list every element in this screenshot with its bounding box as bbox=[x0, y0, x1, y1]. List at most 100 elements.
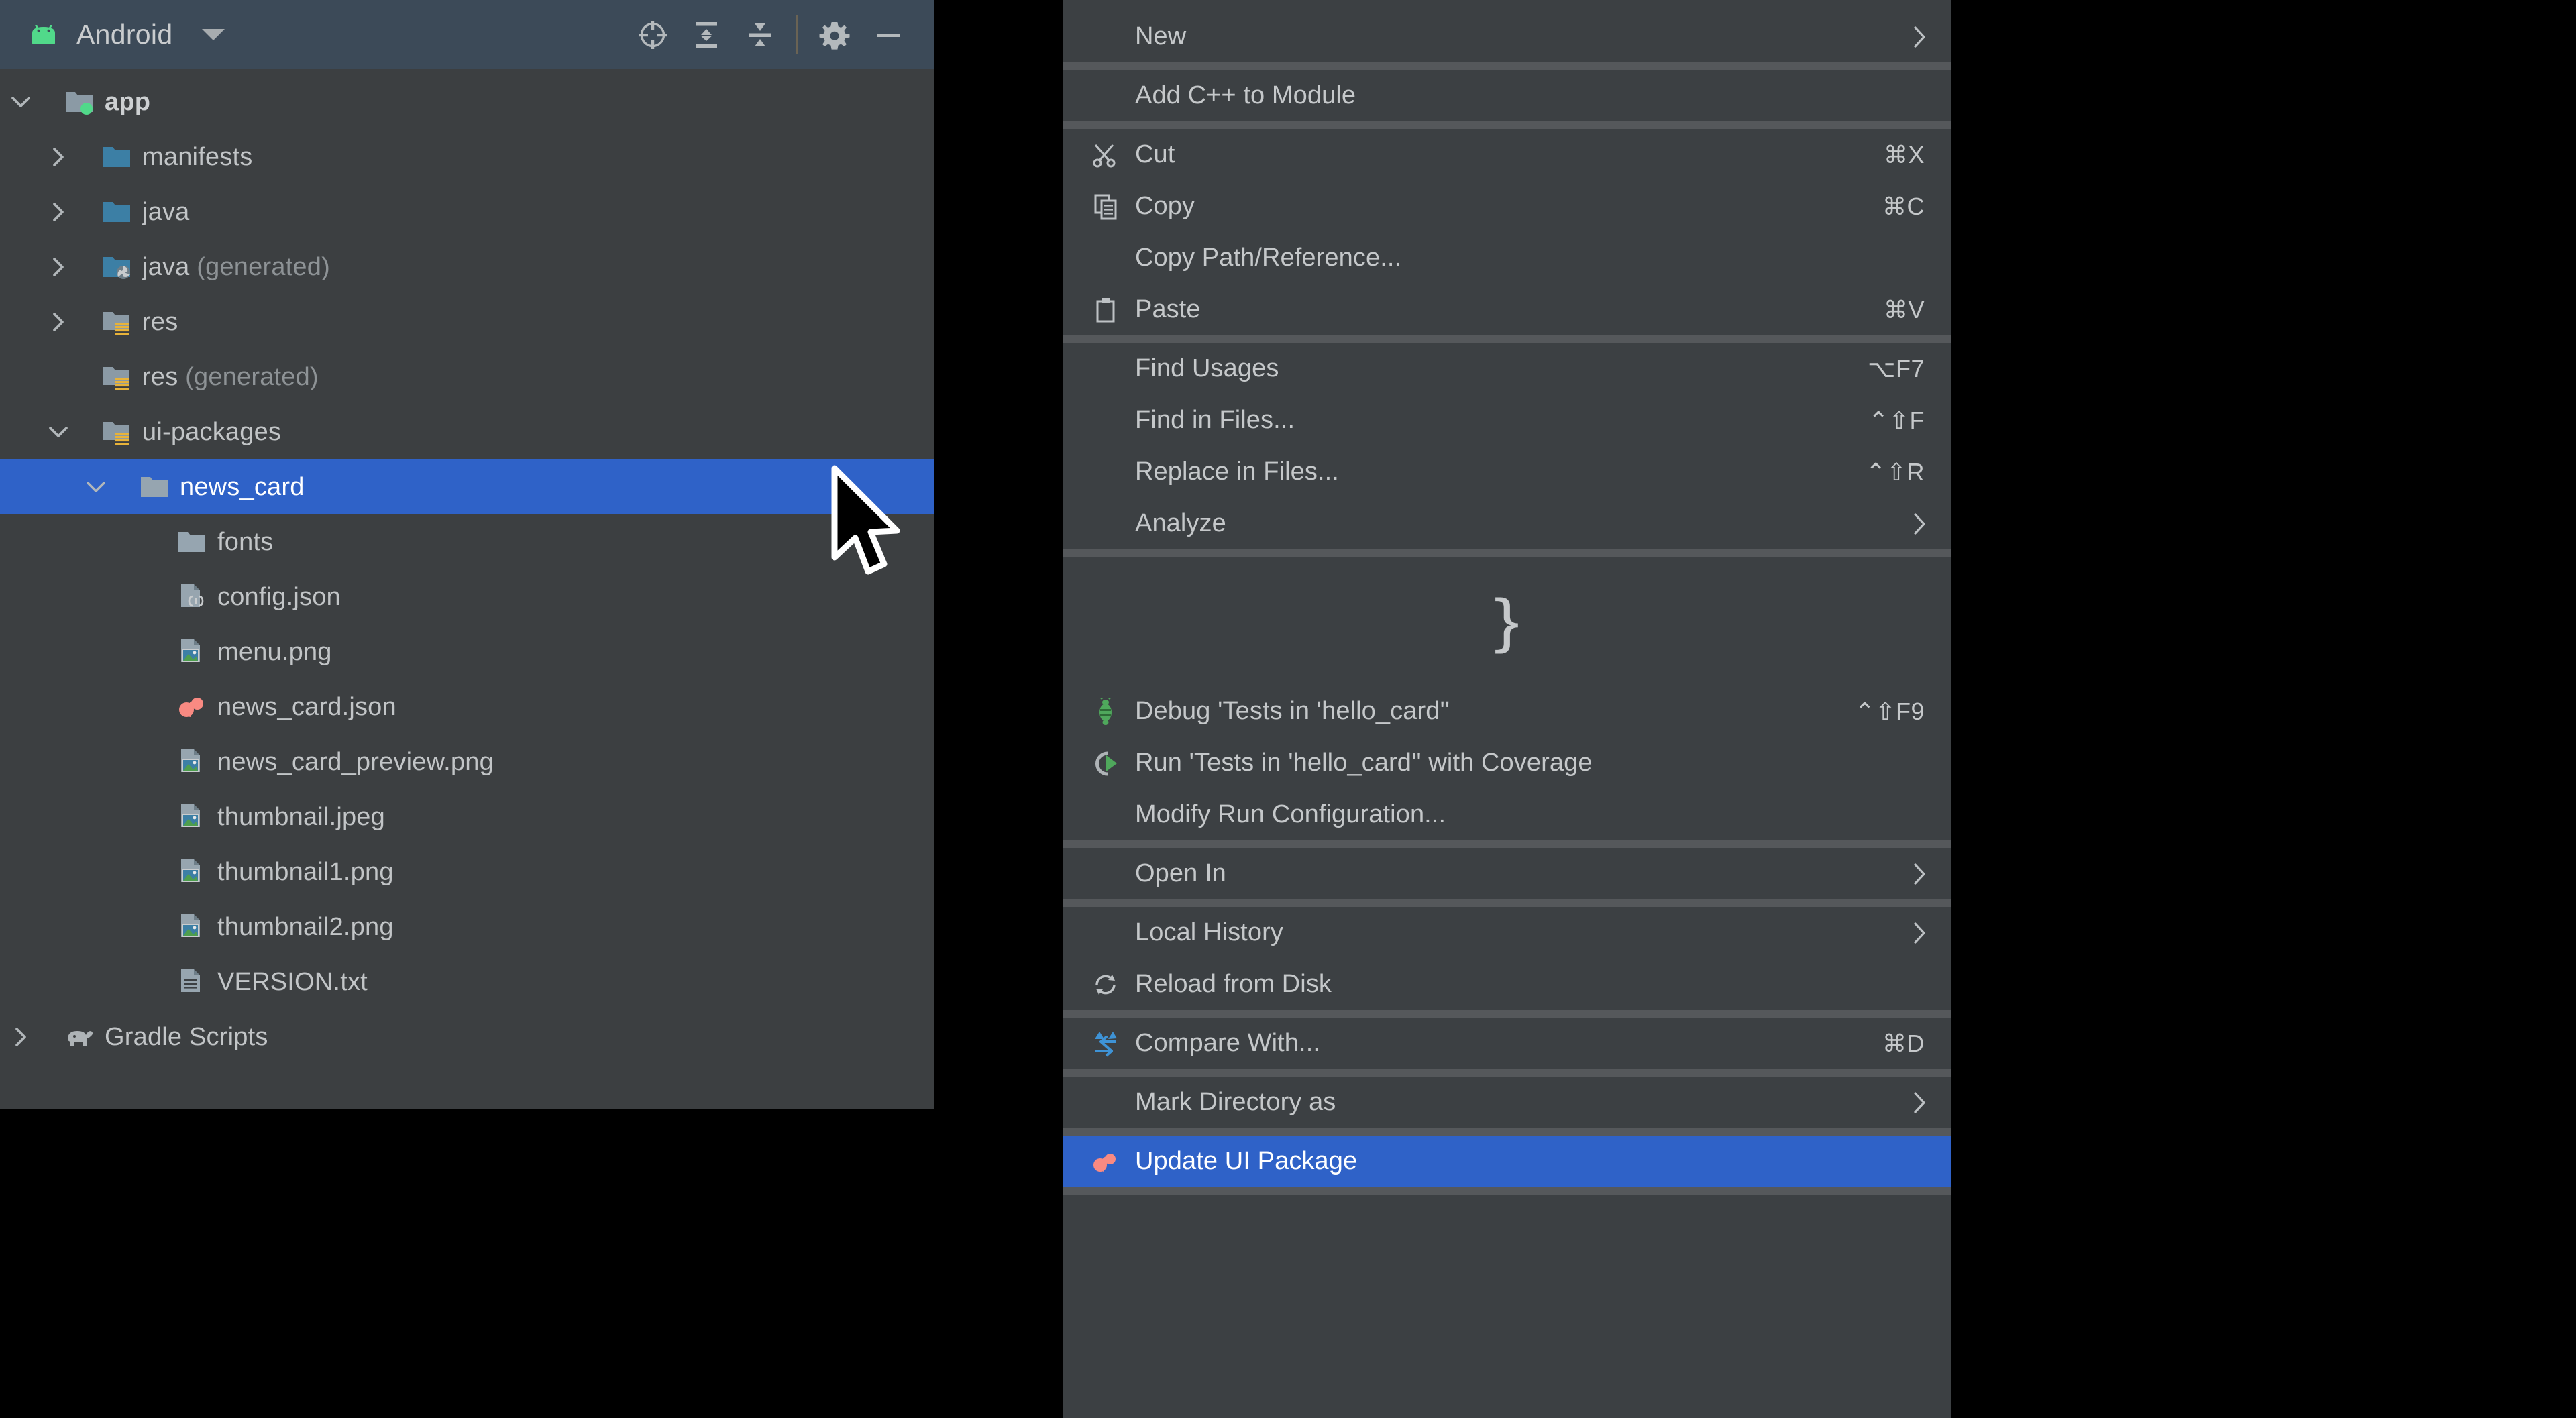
module-folder-icon bbox=[64, 88, 95, 116]
menu-item[interactable]: Find in Files... ⌃⇧F bbox=[1063, 394, 1951, 446]
menu-item-shortcut: ⌘D bbox=[1882, 1029, 1925, 1057]
tree-node-label: ui-packages bbox=[142, 417, 282, 446]
hide-panel-icon[interactable] bbox=[861, 8, 915, 62]
tree-row[interactable]: manifests bbox=[0, 129, 934, 184]
menu-item[interactable]: Modify Run Configuration... bbox=[1063, 789, 1951, 840]
tree-row[interactable]: config.json bbox=[0, 569, 934, 624]
tree-row[interactable]: thumbnail1.png bbox=[0, 844, 934, 899]
menu-item[interactable]: Compare With... ⌘D bbox=[1063, 1018, 1951, 1069]
android-bugdroid-icon bbox=[28, 24, 59, 45]
image-file-icon bbox=[177, 748, 208, 776]
tree-node-label: thumbnail1.png bbox=[217, 857, 394, 886]
tree-node-label: java (generated) bbox=[142, 252, 330, 281]
menu-item-shortcut: ⌥F7 bbox=[1868, 354, 1925, 382]
collapse-all-icon[interactable] bbox=[733, 8, 787, 62]
tree-row[interactable]: java bbox=[0, 184, 934, 239]
menu-item[interactable]: Cut ⌘X bbox=[1063, 129, 1951, 180]
menu-separator bbox=[1063, 840, 1951, 848]
menu-item[interactable]: Analyze bbox=[1063, 498, 1951, 549]
menu-item-highlighted[interactable]: Update UI Package bbox=[1063, 1136, 1951, 1187]
chevron-down-icon[interactable] bbox=[47, 421, 70, 443]
tree-node-label-suffix: (generated) bbox=[178, 362, 319, 391]
select-opened-file-icon[interactable] bbox=[626, 8, 680, 62]
menu-item[interactable]: Local History bbox=[1063, 907, 1951, 959]
menu-separator bbox=[1063, 549, 1951, 557]
menu-separator bbox=[1063, 335, 1951, 343]
project-selector[interactable]: Android bbox=[28, 19, 626, 50]
text-file-icon bbox=[177, 968, 208, 996]
image-file-icon bbox=[177, 858, 208, 886]
tree-row[interactable]: thumbnail.jpeg bbox=[0, 789, 934, 844]
menu-item[interactable]: Run 'Tests in 'hello_card'' with Coverag… bbox=[1063, 737, 1951, 789]
settings-gear-icon[interactable] bbox=[808, 8, 861, 62]
tree-node-label-suffix: (generated) bbox=[189, 252, 330, 281]
project-panel-header: Android bbox=[0, 0, 934, 69]
chevron-right-icon[interactable] bbox=[1913, 512, 1927, 536]
menu-item[interactable]: Paste ⌘V bbox=[1063, 284, 1951, 335]
tree-row[interactable]: VERSION.txt bbox=[0, 955, 934, 1010]
project-view-title: Android bbox=[76, 19, 173, 50]
chevron-right-icon[interactable] bbox=[47, 201, 70, 223]
tree-node-label: manifests bbox=[142, 142, 253, 171]
project-panel-toolbar bbox=[626, 8, 915, 62]
res-folder-icon bbox=[102, 363, 133, 391]
chevron-right-icon[interactable] bbox=[47, 256, 70, 278]
chevron-right-icon[interactable] bbox=[1913, 921, 1927, 945]
gradle-elephant-icon bbox=[64, 1023, 95, 1051]
menu-item[interactable]: Copy ⌘C bbox=[1063, 180, 1951, 232]
tree-row[interactable]: news_card.json bbox=[0, 679, 934, 734]
tree-row[interactable]: res bbox=[0, 294, 934, 349]
chevron-down-icon[interactable] bbox=[85, 476, 107, 498]
menu-item-shortcut: ⌃⇧F bbox=[1868, 406, 1925, 434]
tree-row[interactable]: fonts bbox=[0, 514, 934, 569]
refresh-icon bbox=[1091, 970, 1120, 999]
menu-item[interactable]: Find Usages ⌥F7 bbox=[1063, 343, 1951, 394]
expand-all-icon[interactable] bbox=[680, 8, 733, 62]
blue-folder-icon bbox=[102, 198, 133, 226]
chevron-right-icon[interactable] bbox=[1913, 1091, 1927, 1115]
chevron-down-icon[interactable] bbox=[202, 29, 225, 40]
menu-item-label: Copy Path/Reference... bbox=[1135, 243, 1402, 272]
debug-bug-icon bbox=[1091, 697, 1120, 726]
menu-separator bbox=[1063, 1187, 1951, 1195]
menu-item-label: Find in Files... bbox=[1135, 406, 1295, 434]
chevron-right-icon[interactable] bbox=[1913, 862, 1927, 886]
menu-item[interactable]: Add C++ to Module bbox=[1063, 70, 1951, 121]
menu-item-label: Paste bbox=[1135, 295, 1201, 323]
menu-item[interactable]: Copy Path/Reference... bbox=[1063, 232, 1951, 284]
scissors-icon bbox=[1091, 140, 1120, 170]
tree-row[interactable]: news_card_preview.png bbox=[0, 734, 934, 789]
run-coverage-icon bbox=[1091, 749, 1120, 778]
chevron-right-icon[interactable] bbox=[9, 1026, 32, 1048]
menu-item[interactable]: Debug 'Tests in 'hello_card'' ⌃⇧F9 bbox=[1063, 686, 1951, 737]
menu-item-shortcut: ⌘V bbox=[1883, 295, 1925, 323]
tree-row[interactable]: res (generated) bbox=[0, 349, 934, 404]
plain-folder-icon bbox=[177, 528, 208, 556]
menu-item-label: Mark Directory as bbox=[1135, 1088, 1336, 1116]
tree-node-label: news_card.json bbox=[217, 692, 396, 721]
tree-row[interactable]: java (generated) bbox=[0, 239, 934, 294]
menu-item[interactable]: Open In bbox=[1063, 848, 1951, 899]
menu-item[interactable]: Reload from Disk bbox=[1063, 959, 1951, 1010]
menu-item-label: Local History bbox=[1135, 918, 1283, 946]
chevron-right-icon[interactable] bbox=[1913, 25, 1927, 49]
chevron-down-icon[interactable] bbox=[9, 91, 32, 113]
menu-item[interactable]: New bbox=[1063, 11, 1951, 62]
tree-row[interactable]: Gradle Scripts bbox=[0, 1010, 934, 1065]
menu-item[interactable]: Mark Directory as bbox=[1063, 1077, 1951, 1128]
menu-item-label: Analyze bbox=[1135, 509, 1226, 537]
menu-item-label: Replace in Files... bbox=[1135, 457, 1339, 486]
generated-java-folder-icon bbox=[102, 253, 133, 281]
chevron-right-icon[interactable] bbox=[47, 146, 70, 168]
tree-row-selected[interactable]: news_card bbox=[0, 459, 934, 514]
menu-item-shortcut: ⌘X bbox=[1883, 140, 1925, 168]
blue-folder-icon bbox=[102, 143, 133, 171]
tree-row[interactable]: app bbox=[0, 74, 934, 129]
menu-item-label: Open In bbox=[1135, 859, 1226, 887]
tree-row[interactable]: ui-packages bbox=[0, 404, 934, 459]
chevron-right-icon[interactable] bbox=[47, 311, 70, 333]
tree-row[interactable]: menu.png bbox=[0, 624, 934, 679]
tree-row[interactable]: thumbnail2.png bbox=[0, 899, 934, 955]
menu-item[interactable]: Replace in Files... ⌃⇧R bbox=[1063, 446, 1951, 498]
copy-icon bbox=[1091, 192, 1120, 221]
